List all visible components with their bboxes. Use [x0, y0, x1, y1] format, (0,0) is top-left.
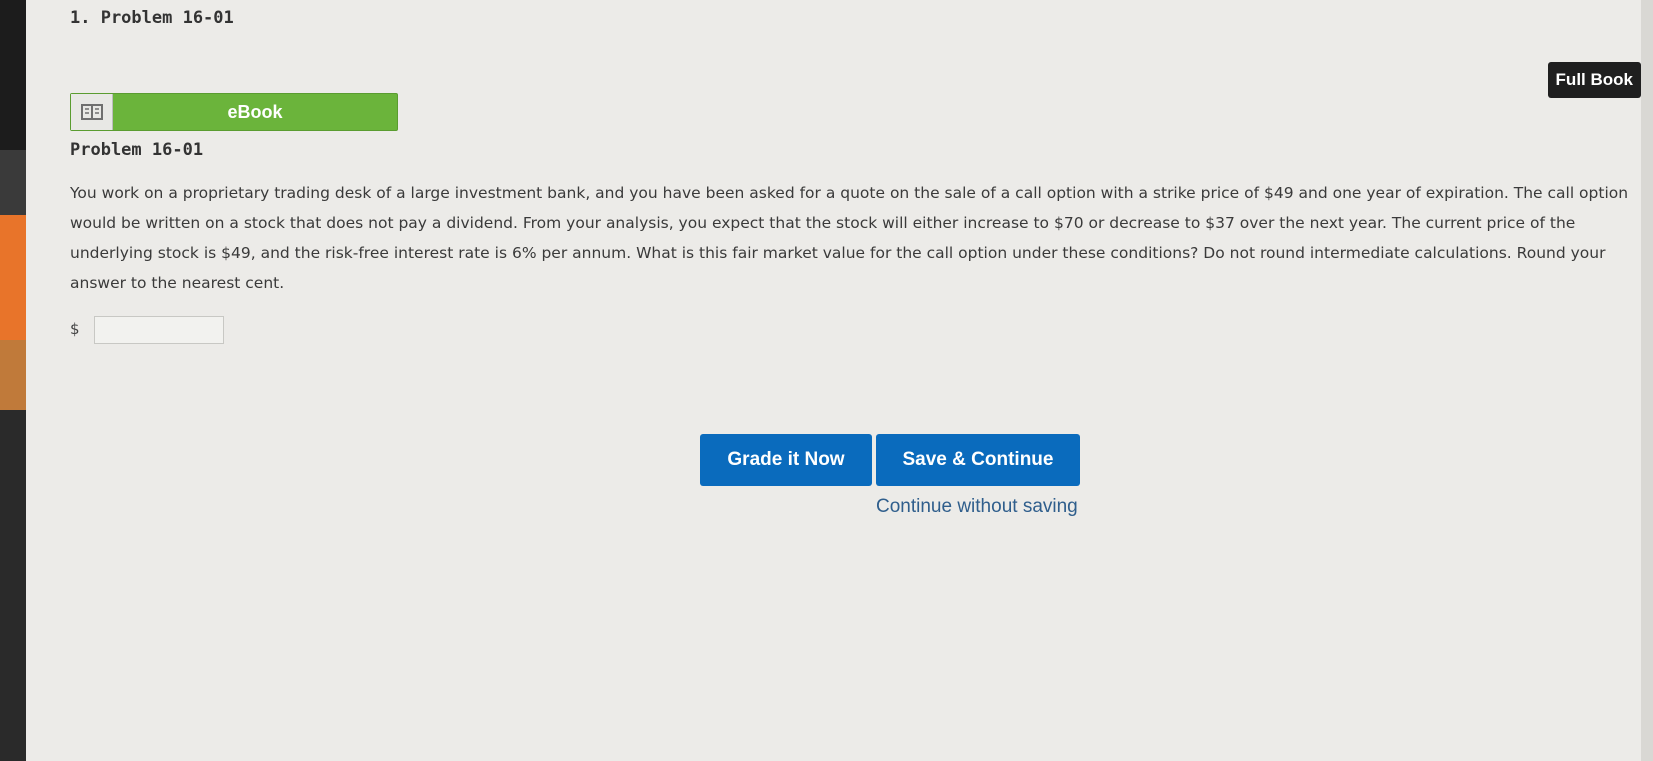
problem-title: Problem 16-01: [70, 140, 204, 160]
save-and-continue-button[interactable]: Save & Continue: [876, 434, 1080, 486]
book-icon: [81, 104, 103, 120]
page-right-edge: [1641, 0, 1653, 761]
full-book-button[interactable]: Full Book: [1547, 62, 1641, 98]
ebook-button[interactable]: eBook: [70, 93, 398, 131]
page-title: 1. Problem 16-01: [70, 8, 234, 28]
grade-it-now-button[interactable]: Grade it Now: [700, 434, 872, 486]
problem-statement: You work on a proprietary trading desk o…: [70, 184, 1629, 292]
answer-input[interactable]: [94, 316, 224, 344]
ebook-icon-box: [71, 94, 113, 130]
currency-symbol: $: [70, 320, 80, 338]
ebook-label: eBook: [227, 102, 283, 122]
background-left-edge: [0, 0, 26, 761]
assignment-page: 1. Problem 16-01 Full Book eBook Problem…: [26, 0, 1653, 761]
continue-without-saving-link[interactable]: Continue without saving: [876, 496, 1116, 518]
